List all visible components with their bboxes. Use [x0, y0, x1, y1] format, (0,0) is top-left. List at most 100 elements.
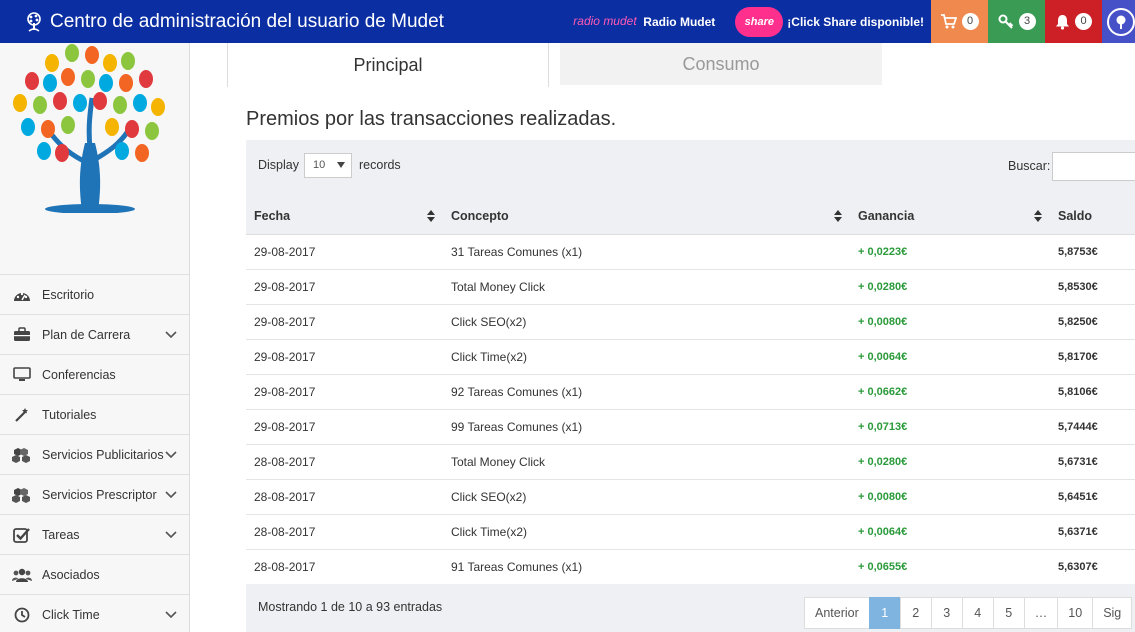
- pagination-page-4[interactable]: 4: [961, 597, 994, 629]
- cell-fecha: 29-08-2017: [254, 419, 316, 434]
- cart-count-badge: 0: [961, 13, 979, 30]
- pagination: Anterior 1 2 3 4 5 … 10 Sig: [804, 597, 1133, 629]
- sidebar-item-tutoriales[interactable]: Tutoriales: [0, 394, 189, 434]
- pagination-page-3[interactable]: 3: [930, 597, 963, 629]
- sidebar-item-label: Plan de Carrera: [42, 327, 131, 342]
- cell-ganancia: + 0,0662€: [858, 385, 908, 398]
- cell-fecha: 28-08-2017: [254, 524, 316, 539]
- cart-button[interactable]: 0: [931, 0, 988, 43]
- search-label: Buscar:: [1008, 159, 1051, 173]
- tree-logo-icon: [13, 44, 165, 213]
- column-header-fecha[interactable]: Fecha: [246, 198, 443, 235]
- table-row: 28-08-2017 Total Money Click + 0,0280€ 5,67…: [246, 444, 1135, 479]
- radio-mudet-link[interactable]: radio mudet Radio Mudet: [573, 15, 715, 29]
- cell-concepto: Total Money Click: [451, 279, 546, 294]
- bell-icon: [1056, 14, 1069, 30]
- cell-ganancia: + 0,0080€: [858, 490, 908, 503]
- sort-icon: [834, 210, 842, 222]
- sidebar-item-label: Servicios Prescriptor: [42, 487, 157, 502]
- cell-ganancia: + 0,0655€: [858, 560, 908, 573]
- cell-saldo: 5,8530€: [1058, 280, 1098, 293]
- app-title: Centro de administración del usuario de …: [50, 10, 444, 32]
- cell-fecha: 29-08-2017: [254, 244, 316, 259]
- sort-icon: [427, 210, 435, 222]
- click-share-logo: share: [735, 6, 784, 37]
- cell-ganancia: + 0,0080€: [858, 315, 908, 328]
- keys-count-badge: 3: [1018, 13, 1036, 30]
- sidebar-item-label: Asociados: [42, 567, 100, 582]
- cell-concepto: 91 Tareas Comunes (x1): [451, 559, 583, 574]
- display-label: Display: [258, 158, 299, 172]
- sidebar-item-asociados[interactable]: Asociados: [0, 554, 189, 594]
- cell-concepto: Total Money Click: [451, 454, 546, 469]
- tab-principal[interactable]: Principal: [227, 43, 549, 87]
- sidebar-item-label: Servicios Publicitarios: [42, 447, 164, 462]
- table-row: 29-08-2017 31 Tareas Comunes (x1) + 0,0223…: [246, 234, 1135, 269]
- avatar: [1107, 7, 1135, 36]
- notifications-button[interactable]: 0: [1045, 0, 1102, 43]
- entries-info: Mostrando 1 de 10 a 93 entradas: [258, 600, 443, 614]
- column-header-concepto[interactable]: Concepto: [443, 198, 850, 235]
- cell-concepto: 92 Tareas Comunes (x1): [451, 384, 583, 399]
- cell-ganancia: + 0,0064€: [858, 525, 908, 538]
- cell-saldo: 5,7444€: [1058, 420, 1098, 433]
- sidebar-item-conferencias[interactable]: Conferencias: [0, 354, 189, 394]
- table-row: 28-08-2017 Click SEO(x2) + 0,0080€ 5,6451€: [246, 479, 1135, 514]
- clock-icon: [12, 605, 32, 625]
- pagination-page-10[interactable]: 10: [1057, 597, 1094, 629]
- keys-button[interactable]: 3: [988, 0, 1045, 43]
- cell-saldo: 5,6371€: [1058, 525, 1098, 538]
- pagination-prev-button[interactable]: Anterior: [804, 597, 870, 629]
- sidebar-item-label: Tareas: [42, 527, 80, 542]
- radio-mudet-logo: radio mudet: [573, 14, 637, 28]
- sidebar: Escritorio Plan de Carrera Conferencias …: [0, 43, 190, 632]
- cell-fecha: 29-08-2017: [254, 314, 316, 329]
- pagination-page-5[interactable]: 5: [992, 597, 1025, 629]
- page-title: Premios por las transacciones realizadas…: [246, 108, 617, 130]
- cell-concepto: Click Time(x2): [451, 349, 528, 364]
- column-header-ganancia[interactable]: Ganancia: [850, 198, 1050, 235]
- chevron-down-icon: [165, 331, 177, 339]
- sidebar-item-label: Click Time: [42, 607, 100, 622]
- sort-icon: [1034, 210, 1042, 222]
- table-row: 28-08-2017 Click Time(x2) + 0,0064€ 5,6371€: [246, 514, 1135, 549]
- records-per-page-select[interactable]: 10: [304, 153, 352, 178]
- click-share-link[interactable]: share ¡Click Share disponible!: [735, 6, 924, 37]
- cell-fecha: 29-08-2017: [254, 349, 316, 364]
- table-row: 29-08-2017 Total Money Click + 0,0280€ 5,85…: [246, 269, 1135, 304]
- cell-ganancia: + 0,0064€: [858, 350, 908, 363]
- top-bar: Centro de administración del usuario de …: [0, 0, 1135, 43]
- cell-ganancia: + 0,0223€: [858, 245, 908, 258]
- pagination-page-1[interactable]: 1: [868, 597, 901, 629]
- table-header-row: Fecha Concepto Ganancia Saldo: [246, 198, 1135, 235]
- column-header-saldo[interactable]: Saldo: [1050, 198, 1135, 235]
- notifications-count-badge: 0: [1075, 13, 1092, 30]
- user-menu-button[interactable]: [1102, 0, 1135, 43]
- tab-consumo[interactable]: Consumo: [560, 43, 882, 85]
- pagination-ellipsis: …: [1023, 597, 1059, 629]
- radio-mudet-label: Radio Mudet: [643, 14, 716, 29]
- cell-fecha: 29-08-2017: [254, 279, 316, 294]
- sidebar-item-tareas[interactable]: Tareas: [0, 514, 189, 554]
- sidebar-menu: Escritorio Plan de Carrera Conferencias …: [0, 274, 189, 632]
- tree-logo-icon: [1116, 15, 1126, 29]
- sidebar-item-escritorio[interactable]: Escritorio: [0, 274, 189, 314]
- caret-down-icon: [337, 162, 345, 168]
- cell-concepto: Click SEO(x2): [451, 489, 527, 504]
- chevron-down-icon: [165, 611, 177, 619]
- search-input[interactable]: [1052, 152, 1135, 181]
- sidebar-item-label: Conferencias: [42, 367, 116, 382]
- sidebar-item-click-time[interactable]: Click Time: [0, 594, 189, 632]
- sidebar-item-servicios-publicitarios[interactable]: Servicios Publicitarios: [0, 434, 189, 474]
- pagination-page-2[interactable]: 2: [899, 597, 932, 629]
- table-controls: Display 10 records Buscar:: [246, 140, 1135, 198]
- cell-ganancia: + 0,0280€: [858, 455, 908, 468]
- sidebar-item-plan-de-carrera[interactable]: Plan de Carrera: [0, 314, 189, 354]
- table-row: 28-08-2017 91 Tareas Comunes (x1) + 0,0655…: [246, 549, 1135, 584]
- sidebar-item-servicios-prescriptor[interactable]: Servicios Prescriptor: [0, 474, 189, 514]
- pagination-next-button[interactable]: Sig: [1092, 597, 1133, 629]
- cell-concepto: 99 Tareas Comunes (x1): [451, 419, 583, 434]
- tab-bar: Principal Consumo: [227, 43, 882, 87]
- brand[interactable]: Centro de administración del usuario de …: [0, 0, 444, 43]
- cell-fecha: 28-08-2017: [254, 489, 316, 504]
